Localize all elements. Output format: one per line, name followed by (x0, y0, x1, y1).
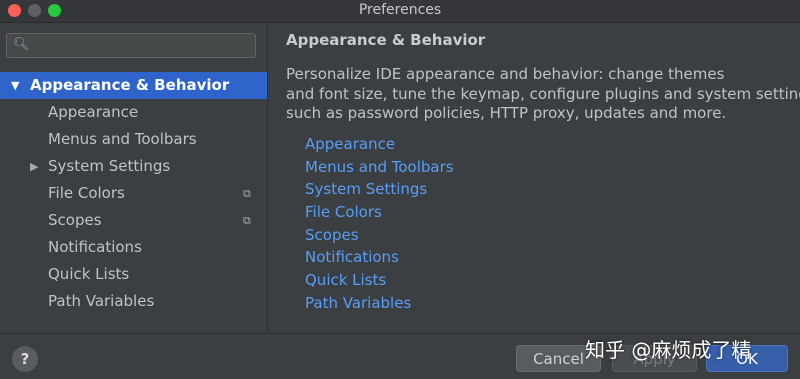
description-line: such as password policies, HTTP proxy, u… (286, 104, 727, 122)
tree-item-menus-toolbars[interactable]: Menus and Toolbars (0, 126, 267, 153)
tree-item-scopes[interactable]: Scopes ⧉ (0, 207, 267, 234)
tree-item-label: Notifications (48, 238, 142, 256)
tree-item-notifications[interactable]: Notifications (0, 234, 267, 261)
window-title: Preferences (358, 2, 442, 18)
link-scopes[interactable]: Scopes (305, 224, 454, 247)
link-quick-lists[interactable]: Quick Lists (305, 269, 454, 292)
tree-item-label: Menus and Toolbars (48, 130, 197, 148)
link-file-colors[interactable]: File Colors (305, 201, 454, 224)
tree-item-label: Scopes (48, 211, 102, 229)
tree-item-path-variables[interactable]: Path Variables (0, 288, 267, 315)
page-title: Appearance & Behavior (286, 31, 486, 49)
triangle-right-icon[interactable]: ▶ (30, 153, 38, 180)
copy-icon: ⧉ (243, 214, 251, 227)
help-button[interactable]: ? (12, 346, 38, 372)
description-line: and font size, tune the keymap, configur… (286, 84, 800, 103)
tree-item-system-settings[interactable]: ▶ System Settings (0, 153, 267, 180)
tree-item-file-colors[interactable]: File Colors ⧉ (0, 180, 267, 207)
tree-item-label: System Settings (48, 157, 171, 175)
dialog-footer: ? Cancel Apply OK 知乎 @麻烦成了精 (0, 333, 800, 379)
tree-item-label: Quick Lists (48, 265, 130, 283)
tree-item-label: Appearance & Behavior (30, 76, 230, 94)
tree-item-label: Appearance (48, 103, 139, 121)
sidebar: 🔍︎ ▼ Appearance & Behavior Appearance Me… (0, 23, 268, 333)
subsection-links: Appearance Menus and Toolbars System Set… (305, 133, 454, 315)
page-description: Personalize IDE appearance and behavior:… (286, 65, 800, 124)
tree-item-label: Path Variables (48, 292, 155, 310)
tree-item-quick-lists[interactable]: Quick Lists (0, 261, 267, 288)
link-appearance[interactable]: Appearance (305, 133, 454, 156)
settings-tree: ▼ Appearance & Behavior Appearance Menus… (0, 72, 267, 315)
search-box[interactable]: 🔍︎ (6, 33, 256, 58)
search-input[interactable] (35, 36, 254, 57)
description-line: Personalize IDE appearance and behavior:… (286, 65, 725, 83)
title-bar: Preferences (0, 0, 800, 23)
settings-content: Appearance & Behavior Personalize IDE ap… (268, 23, 800, 333)
link-system-settings[interactable]: System Settings (305, 178, 454, 201)
tree-item-appearance[interactable]: Appearance (0, 99, 267, 126)
tree-item-appearance-behavior[interactable]: ▼ Appearance & Behavior (0, 72, 267, 99)
triangle-down-icon[interactable]: ▼ (11, 72, 19, 99)
search-icon[interactable]: 🔍︎ (13, 37, 30, 52)
link-notifications[interactable]: Notifications (305, 246, 454, 269)
tree-item-label: File Colors (48, 184, 125, 202)
link-path-variables[interactable]: Path Variables (305, 292, 454, 315)
copy-icon: ⧉ (243, 187, 251, 200)
watermark: 知乎 @麻烦成了精 (585, 338, 752, 362)
link-menus-toolbars[interactable]: Menus and Toolbars (305, 156, 454, 179)
